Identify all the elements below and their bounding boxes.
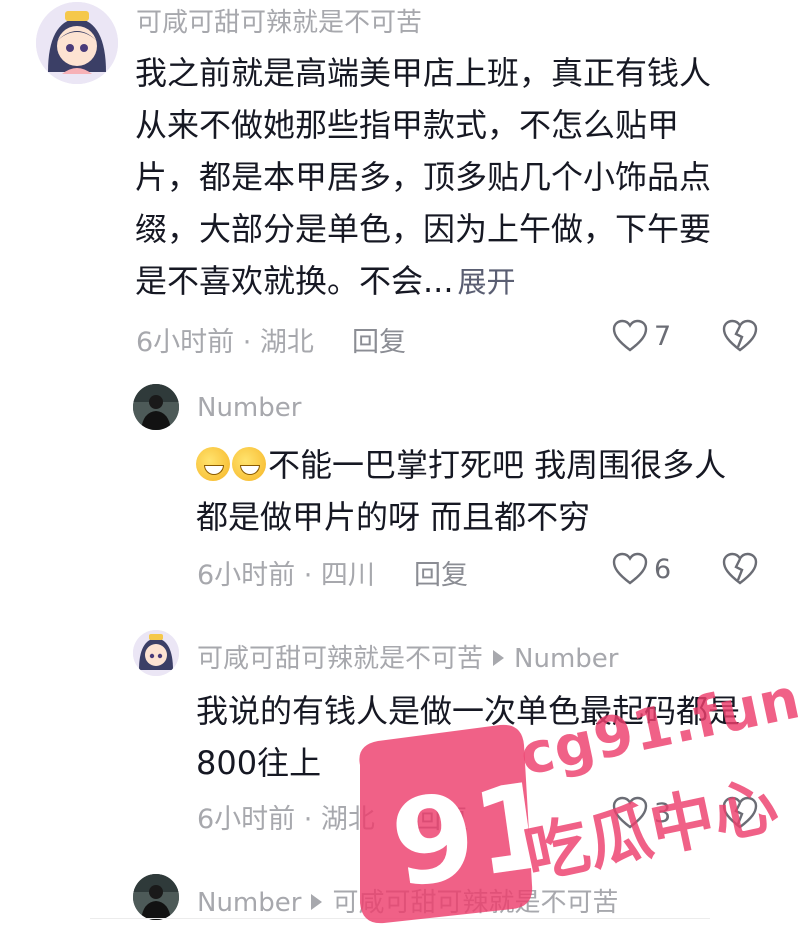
reply-to-arrow-icon xyxy=(493,650,505,666)
comment-text: 我之前就是高端美甲店上班，真正有钱人 从来不做她那些指甲款式，不怎么贴甲 片，都… xyxy=(135,47,775,308)
reply-text-content: 不能一巴掌打死吧 我周围很多人 xyxy=(268,446,727,484)
reply-text-line: 800往上 xyxy=(196,744,322,782)
reply-username-text[interactable]: Number xyxy=(197,888,301,918)
like-count: 6 xyxy=(654,553,672,585)
reply-button[interactable]: 回复 xyxy=(352,320,406,359)
like-button[interactable]: 6 xyxy=(612,552,671,586)
dislike-button[interactable] xyxy=(722,319,758,357)
dislike-button[interactable] xyxy=(722,796,758,834)
like-button[interactable]: 7 xyxy=(612,319,671,353)
expand-link[interactable]: 展开 xyxy=(458,265,516,299)
comment-text-line: 片，都是本甲居多，顶多贴几个小饰品点 xyxy=(135,158,712,196)
dislike-button[interactable] xyxy=(722,552,758,590)
heart-icon xyxy=(612,319,648,352)
reply-meta: 6小时前 · 湖北 xyxy=(197,804,375,835)
reply-text: 不能一巴掌打死吧 我周围很多人 都是做甲片的呀 而且都不穷 xyxy=(196,439,776,543)
comment-text-last-line: 是不喜欢就换。不会... 展开 xyxy=(135,255,775,308)
reply-to-arrow-icon xyxy=(311,894,323,910)
girl-avatar-icon xyxy=(36,2,118,84)
grin-sweat-emoji-icon xyxy=(196,447,230,481)
reply-username-text[interactable]: 可咸可甜可辣就是不可苦 xyxy=(197,644,483,674)
comment-text-truncated: 是不喜欢就换。不会... xyxy=(135,262,454,300)
reply-text-line: 我说的有钱人是做一次单色最起码都是 xyxy=(196,692,741,730)
user-avatar[interactable] xyxy=(133,874,179,920)
reply-button[interactable]: 回复 xyxy=(414,797,468,836)
reply-text-line: 都是做甲片的呀 而且都不穷 xyxy=(196,498,591,536)
broken-heart-icon xyxy=(722,796,758,829)
user-avatar[interactable] xyxy=(133,384,179,430)
like-button[interactable]: 3 xyxy=(612,796,671,830)
broken-heart-icon xyxy=(722,552,758,585)
user-avatar[interactable] xyxy=(36,2,118,84)
reply-meta: 6小时前 · 四川 xyxy=(197,560,375,591)
reply-text-line: 不能一巴掌打死吧 我周围很多人 xyxy=(196,439,776,491)
comment-meta: 6小时前 · 湖北 xyxy=(136,327,314,358)
grin-sweat-emoji-icon xyxy=(232,447,266,481)
like-count: 3 xyxy=(654,797,672,829)
reply-to-username[interactable]: Number xyxy=(514,644,618,674)
like-count: 7 xyxy=(654,320,672,352)
reply-username[interactable]: 可咸可甜可辣就是不可苦 Number xyxy=(197,638,618,675)
reply-username[interactable]: Number xyxy=(197,393,301,423)
man-avatar-icon xyxy=(133,874,179,920)
man-avatar-icon xyxy=(133,384,179,430)
girl-avatar-icon xyxy=(133,630,179,676)
comment-username[interactable]: 可咸可甜可辣就是不可苦 xyxy=(136,2,422,39)
user-avatar[interactable] xyxy=(133,630,179,676)
broken-heart-icon xyxy=(722,319,758,352)
comment-text-line: 从来不做她那些指甲款式，不怎么贴甲 xyxy=(135,106,680,144)
reply-username[interactable]: Number 可咸可甜可辣就是不可苦 xyxy=(197,882,618,919)
heart-icon xyxy=(612,796,648,829)
bottom-divider xyxy=(90,918,710,919)
comment-text-line: 缀，大部分是单色，因为上午做，下午要 xyxy=(135,210,712,248)
reply-to-username[interactable]: 可咸可甜可辣就是不可苦 xyxy=(332,888,618,918)
comment-text-line: 我之前就是高端美甲店上班，真正有钱人 xyxy=(135,54,712,92)
heart-icon xyxy=(612,552,648,585)
reply-text: 我说的有钱人是做一次单色最起码都是 800往上 xyxy=(196,685,776,789)
reply-button[interactable]: 回复 xyxy=(414,553,468,592)
